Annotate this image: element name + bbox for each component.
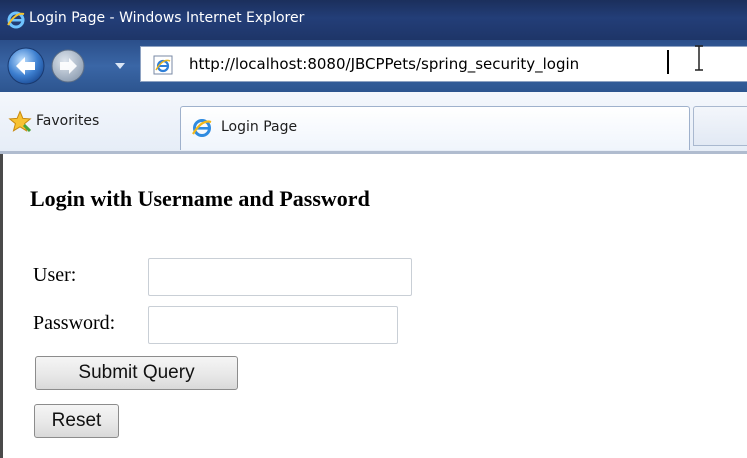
user-label: User: <box>33 264 77 286</box>
favorites-label: Favorites <box>36 113 100 129</box>
address-url[interactable]: http://localhost:8080/JBCPPets/spring_se… <box>189 55 579 73</box>
new-tab-button[interactable] <box>693 106 747 146</box>
chevron-down-icon[interactable] <box>113 60 127 72</box>
password-input[interactable] <box>148 306 398 344</box>
tab-label: Login Page <box>221 119 298 135</box>
text-caret <box>667 50 669 74</box>
submit-query-button[interactable]: Submit Query <box>35 356 238 390</box>
ie-logo-icon <box>192 119 212 137</box>
ie-logo-icon <box>7 11 25 29</box>
favorites-button[interactable]: Favorites <box>6 106 166 140</box>
navigation-bar: http://localhost:8080/JBCPPets/spring_se… <box>0 40 747 92</box>
ie-page-icon <box>153 55 173 75</box>
forward-arrow-icon[interactable] <box>50 48 86 84</box>
address-bar[interactable]: http://localhost:8080/JBCPPets/spring_se… <box>140 46 747 82</box>
tab-login-page[interactable]: Login Page <box>180 106 690 150</box>
favorites-bar: Favorites Login Page <box>0 92 747 154</box>
username-input[interactable] <box>148 258 412 296</box>
window-title: Login Page - Windows Internet Explorer <box>29 10 305 26</box>
password-label: Password: <box>33 312 116 334</box>
reset-button[interactable]: Reset <box>34 404 119 438</box>
star-icon <box>8 110 32 133</box>
page-heading: Login with Username and Password <box>30 186 370 211</box>
window-border <box>0 154 3 458</box>
ibeam-cursor-icon <box>695 45 703 71</box>
back-arrow-icon[interactable] <box>6 46 46 86</box>
title-bar: Login Page - Windows Internet Explorer <box>0 0 747 40</box>
